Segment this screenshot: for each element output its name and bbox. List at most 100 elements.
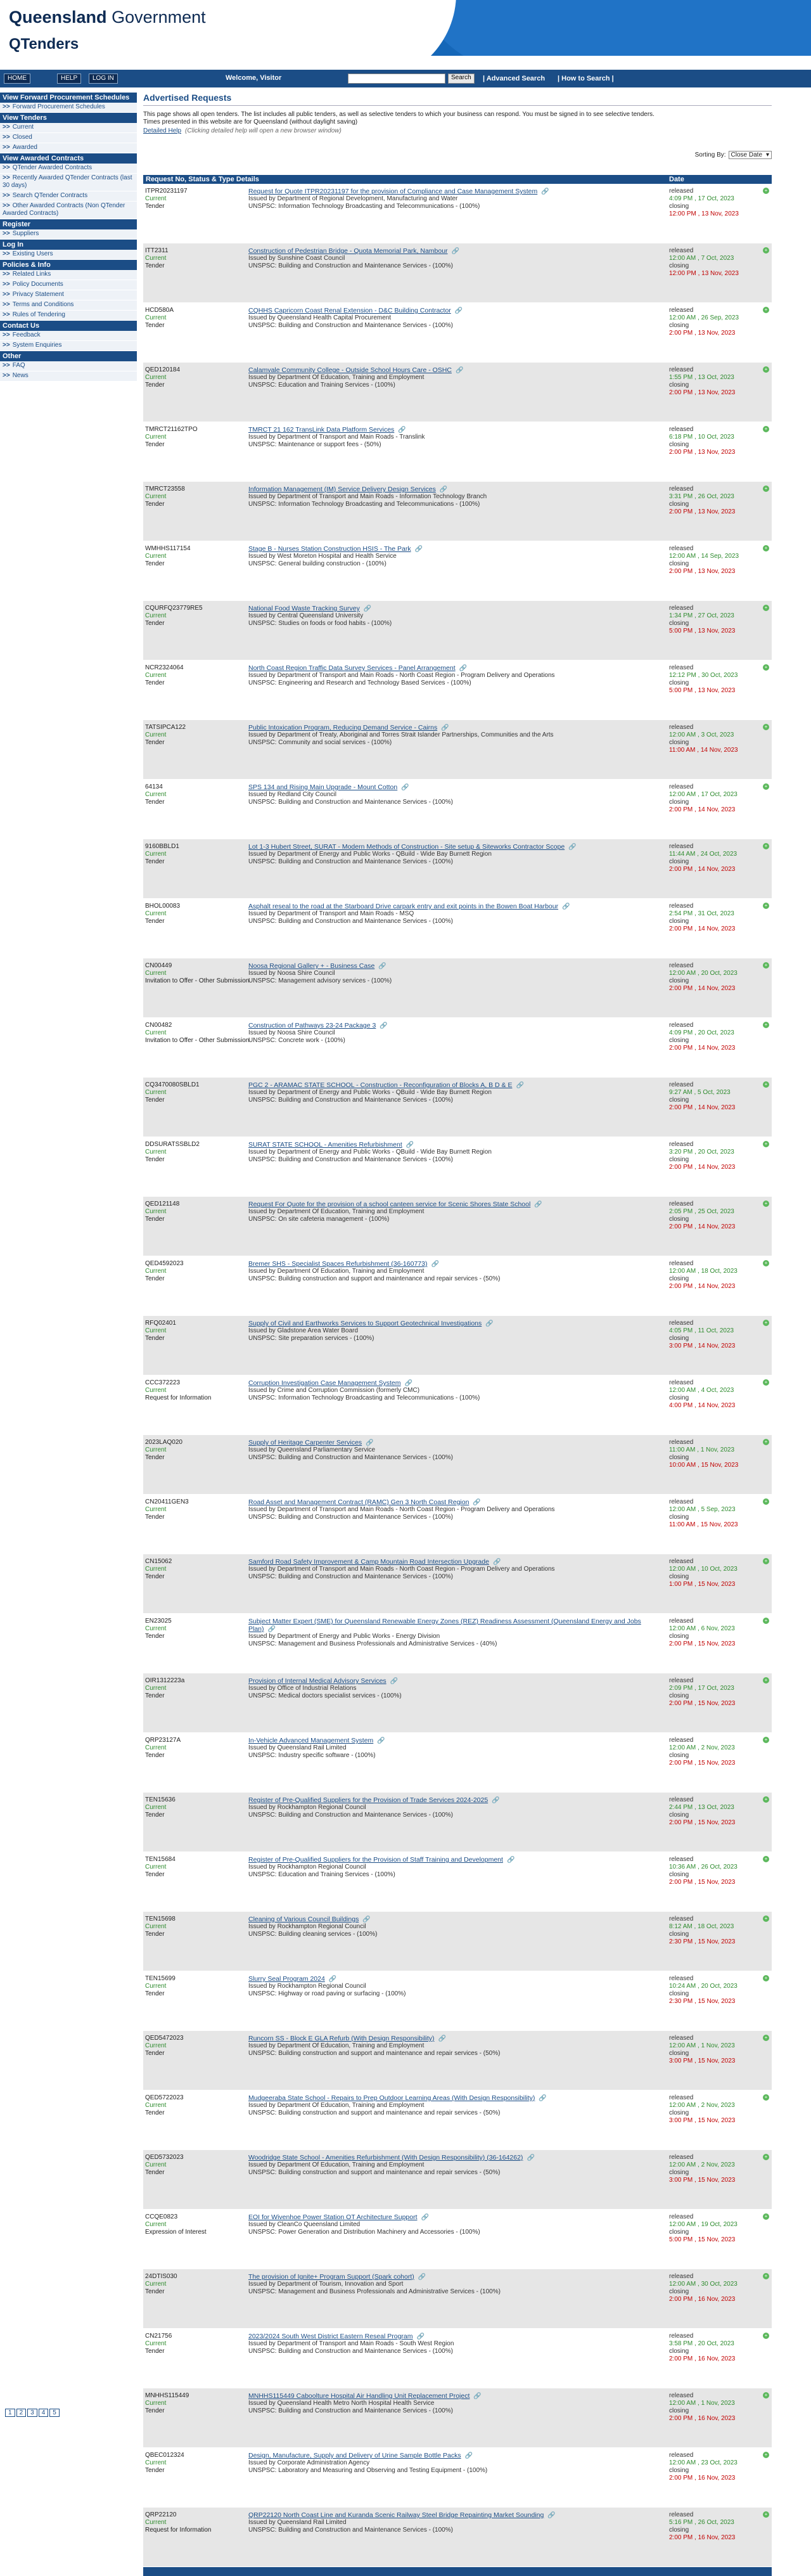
watch-icon[interactable]: +: [763, 1558, 769, 1564]
detailed-help-link[interactable]: Detailed Help: [143, 127, 181, 134]
sidebar-item[interactable]: >> Terms and Conditions: [0, 300, 137, 311]
advanced-search-link[interactable]: | Advanced Search: [483, 75, 545, 82]
page-link[interactable]: 1: [5, 2409, 15, 2417]
watch-icon[interactable]: +: [763, 1737, 769, 1743]
tender-title: Bremer SHS - Specialist Spaces Refurbish…: [248, 1260, 428, 1268]
sidebar-item[interactable]: >> Current: [0, 123, 137, 133]
sidebar-item[interactable]: >> Related Links: [0, 270, 137, 280]
watch-icon[interactable]: +: [763, 1618, 769, 1624]
attachment-icon: 🔗: [421, 2214, 429, 2221]
sidebar-item[interactable]: >> Suppliers: [0, 229, 137, 240]
request-details: TEN15698 Current Tender: [145, 1916, 176, 1938]
watch-icon[interactable]: +: [763, 724, 769, 730]
login-button[interactable]: LOG IN: [89, 74, 118, 84]
watch-icon[interactable]: +: [763, 783, 769, 790]
help-button[interactable]: HELP: [57, 74, 82, 84]
sidebar-item[interactable]: >> Existing Users: [0, 250, 137, 260]
sidebar-item[interactable]: >> FAQ: [0, 361, 137, 371]
chevron-icon: >>: [3, 164, 10, 171]
page-link[interactable]: 3: [27, 2409, 37, 2417]
page-link[interactable]: 2: [16, 2409, 27, 2417]
watch-icon[interactable]: +: [763, 2094, 769, 2101]
how-to-search-link[interactable]: | How to Search |: [558, 75, 614, 82]
sidebar-item-label: Suppliers: [12, 230, 39, 237]
watch-icon[interactable]: +: [763, 2213, 769, 2220]
watch-icon[interactable]: +: [763, 2392, 769, 2399]
watch-icon[interactable]: +: [763, 605, 769, 611]
closing-date: 3:00 PM , 15 Nov, 2023: [669, 2117, 736, 2124]
closing-date: 2:00 PM , 15 Nov, 2023: [669, 1819, 736, 1826]
request-details: QED120184 Current Tender: [145, 366, 180, 389]
app-title[interactable]: QTenders: [9, 35, 79, 53]
watch-icon[interactable]: +: [763, 962, 769, 969]
request-details: CN00482 Current Invitation to Offer - Othe…: [145, 1022, 249, 1045]
sidebar-item[interactable]: >> Search QTender Contracts: [0, 191, 137, 202]
watch-icon[interactable]: +: [763, 2154, 769, 2160]
tender-title: SPS 134 and Rising Main Upgrade - Mount …: [248, 783, 398, 791]
watch-icon[interactable]: +: [763, 1856, 769, 1862]
watch-icon[interactable]: +: [763, 247, 769, 254]
watch-icon[interactable]: +: [763, 843, 769, 849]
search-input[interactable]: [348, 74, 445, 84]
status-text: Current: [145, 1864, 167, 1871]
unspsc-category: UNSPSC: Information Technology Broadcast…: [248, 203, 480, 210]
watch-icon[interactable]: +: [763, 1916, 769, 1922]
sidebar-item[interactable]: >> System Enquiries: [0, 341, 137, 351]
sidebar-item[interactable]: >> Policy Documents: [0, 280, 137, 290]
watch-icon[interactable]: +: [763, 1677, 769, 1684]
qld-gov-logo[interactable]: Queensland Government: [9, 8, 206, 27]
sort-select[interactable]: Close Date: [728, 151, 772, 159]
page-link[interactable]: 5: [49, 2409, 60, 2417]
home-button[interactable]: HOME: [4, 74, 30, 84]
watch-icon[interactable]: +: [763, 307, 769, 313]
sidebar-item[interactable]: >> Closed: [0, 133, 137, 143]
request-details: CCC372223 Current Request for Information: [145, 1379, 212, 1402]
status-text: Current: [145, 2161, 167, 2168]
watch-icon[interactable]: +: [763, 366, 769, 373]
watch-icon[interactable]: +: [763, 1498, 769, 1505]
request-number: TEN15698: [145, 1916, 176, 1922]
attachment-icon: 🔗: [539, 2095, 547, 2102]
request-number: CQ3470080SBLD1: [145, 1081, 200, 1088]
search-button[interactable]: Search: [448, 74, 475, 84]
watch-icon[interactable]: +: [763, 188, 769, 194]
watch-icon[interactable]: +: [763, 1081, 769, 1088]
sidebar-item[interactable]: >> News: [0, 371, 137, 382]
sidebar-item[interactable]: >> Rules of Tendering: [0, 311, 137, 321]
watch-icon[interactable]: +: [763, 426, 769, 432]
released-label: released: [669, 1796, 694, 1803]
closing-date: 2:00 PM , 14 Nov, 2023: [669, 866, 736, 873]
watch-icon[interactable]: +: [763, 486, 769, 492]
watch-icon[interactable]: +: [763, 2273, 769, 2279]
watch-icon[interactable]: +: [763, 1022, 769, 1028]
sidebar-item[interactable]: >> Privacy Statement: [0, 290, 137, 300]
tender-title-link[interactable]: Subject Matter Expert (SME) for Queensla…: [248, 1618, 654, 1633]
watch-icon[interactable]: +: [763, 1141, 769, 1147]
sidebar-item[interactable]: >> Feedback: [0, 331, 137, 341]
watch-icon[interactable]: +: [763, 903, 769, 909]
watch-icon[interactable]: +: [763, 1796, 769, 1803]
watch-icon[interactable]: +: [763, 2333, 769, 2339]
page-link[interactable]: 4: [38, 2409, 49, 2417]
watch-icon[interactable]: +: [763, 1320, 769, 1326]
watch-icon[interactable]: +: [763, 2511, 769, 2518]
request-number: QED5732023: [145, 2154, 184, 2161]
sidebar-item[interactable]: >> Recently Awarded QTender Contracts (la…: [0, 174, 137, 191]
sidebar-item-label: Forward Procurement Schedules: [12, 103, 105, 110]
sidebar-item[interactable]: >> Awarded: [0, 143, 137, 153]
attachment-icon: 🔗: [378, 963, 386, 970]
watch-icon[interactable]: +: [763, 1201, 769, 1207]
sidebar-item[interactable]: >> Other Awarded Contracts (Non QTender A…: [0, 202, 137, 219]
request-details: WMHHS117154 Current Tender: [145, 545, 191, 568]
watch-icon[interactable]: +: [763, 1975, 769, 1981]
watch-icon[interactable]: +: [763, 1379, 769, 1386]
watch-icon[interactable]: +: [763, 545, 769, 551]
sidebar-item[interactable]: >> Forward Procurement Schedules: [0, 103, 137, 113]
watch-icon[interactable]: +: [763, 2035, 769, 2041]
watch-icon[interactable]: +: [763, 664, 769, 671]
watch-icon[interactable]: +: [763, 1439, 769, 1445]
tender-title: Subject Matter Expert (SME) for Queensla…: [248, 1618, 641, 1633]
watch-icon[interactable]: +: [763, 2452, 769, 2458]
watch-icon[interactable]: +: [763, 1260, 769, 1266]
sidebar-item[interactable]: >> QTender Awarded Contracts: [0, 164, 137, 174]
